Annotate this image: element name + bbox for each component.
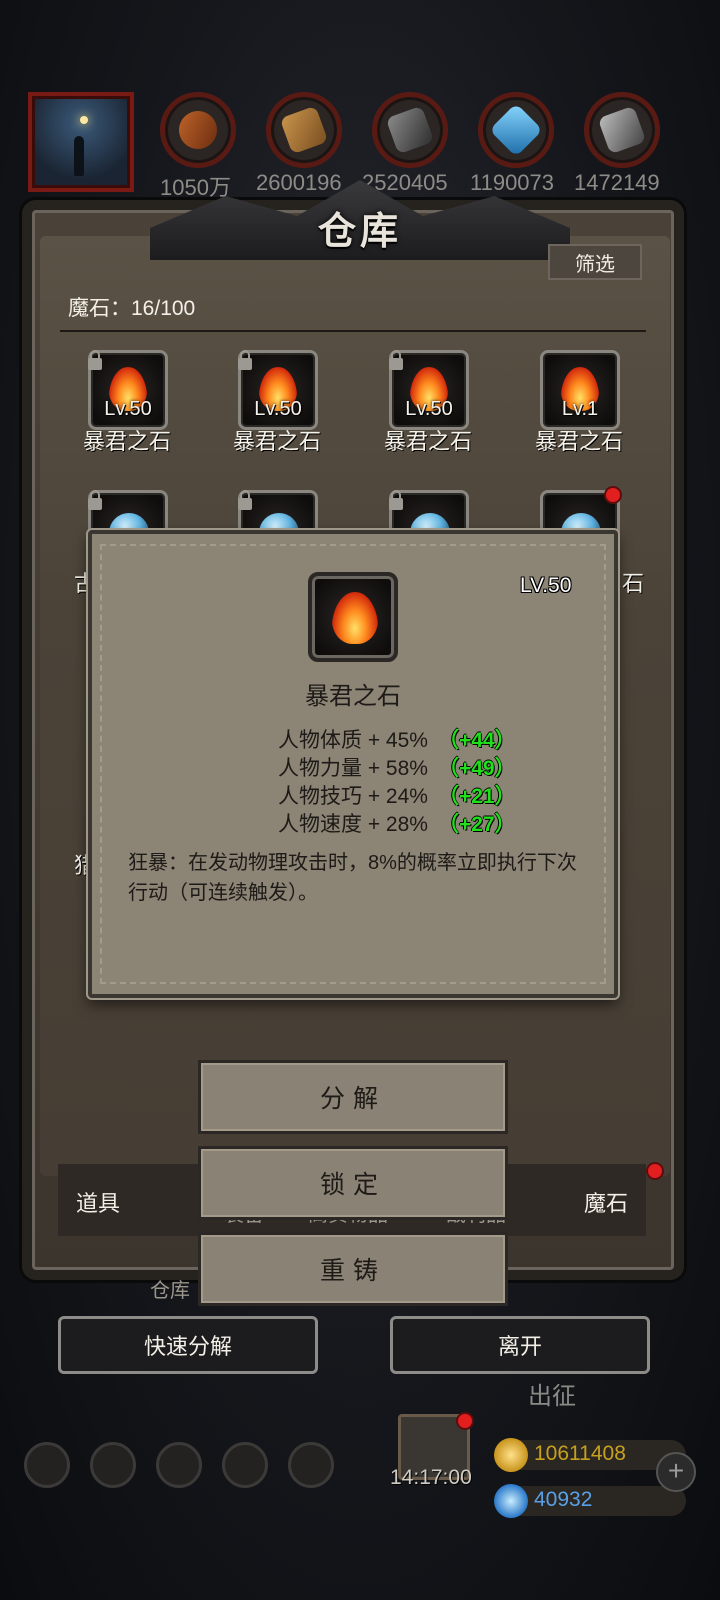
new-item-badge: [606, 488, 620, 502]
decompose-button[interactable]: 分解: [198, 1060, 508, 1134]
stat-row: 人物力量 + 58% （+49）: [278, 752, 516, 782]
under-panel-label: 仓库: [150, 1280, 190, 1302]
leather-icon[interactable]: [160, 92, 236, 168]
stat-row: 人物技巧 + 24% （+21）: [278, 780, 516, 810]
iron-icon[interactable]: [372, 92, 448, 168]
hero-avatar[interactable]: [28, 92, 134, 192]
tab-items[interactable]: 道具: [76, 1186, 120, 1218]
item-name: 暴君之石: [232, 429, 321, 454]
tyrant-stone-icon: [332, 592, 378, 644]
gold-amount: 10611408: [534, 1442, 626, 1465]
gift-badge: [458, 1414, 472, 1428]
stone-count: 魔石：16/100: [68, 297, 196, 320]
resource-steel-amount: 1472149: [574, 170, 660, 195]
lock-button[interactable]: 锁定: [198, 1146, 508, 1220]
gift-timer: 14:17:00: [390, 1466, 472, 1489]
popup-level: LV.50: [520, 574, 572, 597]
leave-button[interactable]: 离开: [390, 1316, 650, 1374]
quick-decompose-button[interactable]: 快速分解: [58, 1316, 318, 1374]
lock-icon: [238, 350, 252, 370]
stat-bonus: （+49）: [437, 757, 516, 780]
stat-bonus: （+27）: [437, 813, 516, 836]
stat-row: 人物体质 + 45% （+44）: [278, 724, 516, 754]
lock-icon: [238, 490, 252, 510]
lock-icon: [88, 350, 102, 370]
stat-text: 人物力量 + 58%: [278, 757, 428, 780]
lock-icon: [389, 490, 403, 510]
stat-bonus: （+21）: [437, 785, 516, 808]
item-level: Lv.50: [104, 398, 152, 420]
hero-figure: [74, 136, 84, 176]
popup-item-name: 暴君之石: [305, 683, 401, 710]
filter-button[interactable]: 筛选: [548, 244, 642, 280]
resource-crystal-amount: 1190073: [470, 170, 555, 195]
item-level: Lv.50: [405, 398, 453, 420]
mail-icon[interactable]: [222, 1442, 268, 1488]
stat-text: 人物技巧 + 24%: [278, 785, 428, 808]
deploy-label[interactable]: 出征: [528, 1376, 576, 1411]
recast-button[interactable]: 重铸: [198, 1232, 508, 1306]
compass-icon[interactable]: [90, 1442, 136, 1488]
tab-alert-badge: [648, 1164, 662, 1178]
item-name: 暴君之石: [534, 429, 623, 454]
skill-description: 狂暴：在发动物理攻击时，8%的概率立即执行下次行动（可连续触发）。: [128, 852, 577, 904]
wood-icon[interactable]: [266, 92, 342, 168]
resource-leather-amount: 1050万: [160, 175, 231, 200]
item-level: Lv.1: [561, 398, 599, 420]
stat-text: 人物体质 + 45%: [278, 729, 428, 752]
popup-item-icon: [308, 572, 398, 662]
crystal-icon[interactable]: [478, 92, 554, 168]
stat-bonus: （+44）: [437, 729, 516, 752]
shield-icon[interactable]: [288, 1442, 334, 1488]
item-name-partial: 石: [621, 571, 644, 596]
lock-icon: [389, 350, 403, 370]
tab-magic-stones[interactable]: 魔石: [584, 1186, 628, 1218]
gem-icon: [494, 1484, 528, 1518]
settings-icon[interactable]: [24, 1442, 70, 1488]
stat-row: 人物速度 + 28% （+27）: [278, 808, 516, 838]
item-name: 暴君之石: [82, 429, 171, 454]
divider: [60, 330, 646, 332]
resource-wood-amount: 2600196: [256, 170, 342, 195]
lock-icon: [88, 490, 102, 510]
map-icon[interactable]: [156, 1442, 202, 1488]
gem-amount: 40932: [534, 1488, 593, 1511]
gold-coin-icon: [494, 1438, 528, 1472]
stat-text: 人物速度 + 28%: [278, 813, 428, 836]
item-level: Lv.50: [254, 398, 302, 420]
add-currency-button[interactable]: +: [656, 1452, 696, 1492]
lantern-light: [80, 116, 88, 124]
steel-icon[interactable]: [584, 92, 660, 168]
item-name: 暴君之石: [383, 429, 472, 454]
